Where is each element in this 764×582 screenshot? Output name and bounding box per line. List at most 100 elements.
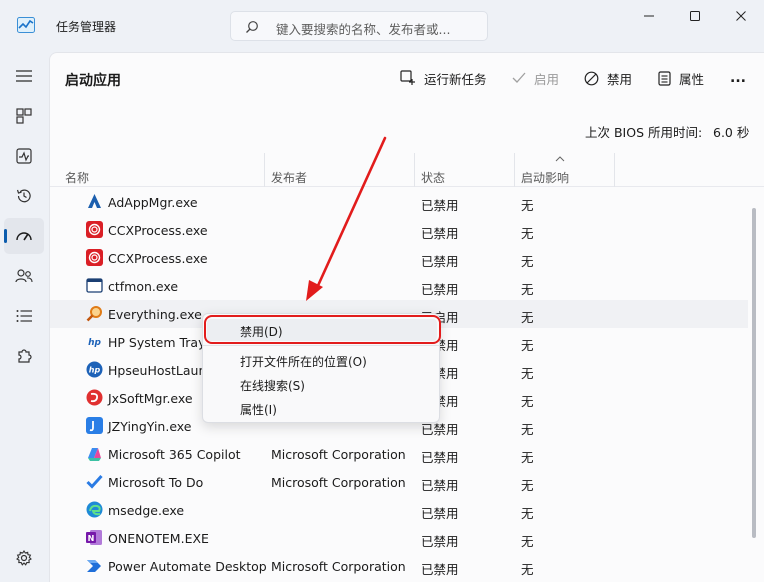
close-button[interactable]: [718, 0, 764, 32]
context-menu-disable[interactable]: 禁用(D): [207, 319, 437, 341]
disable-button[interactable]: 禁用: [584, 68, 632, 88]
app-name: CCXProcess.exe: [108, 251, 208, 266]
app-name: JZYingYin.exe: [108, 419, 192, 434]
left-nav: [0, 52, 48, 582]
app-name: JxSoftMgr.exe: [108, 391, 193, 406]
adobe-icon: [88, 194, 101, 208]
hamburger-icon: [16, 70, 32, 82]
table-row[interactable]: ctfmon.exe 已禁用 无: [50, 272, 748, 300]
app-name: Microsoft 365 Copilot: [108, 447, 241, 462]
app-name: ctfmon.exe: [108, 279, 179, 294]
vertical-scrollbar[interactable]: [752, 208, 756, 538]
todo-check-icon: [86, 474, 103, 489]
nav-processes[interactable]: [4, 98, 44, 134]
edge-icon: [86, 501, 103, 518]
run-new-task-icon: [400, 70, 415, 85]
table-row[interactable]: CCXProcess.exe 已禁用 无: [50, 244, 748, 272]
status: 已禁用: [421, 534, 459, 549]
context-menu-disable-label: 禁用(D): [240, 325, 283, 339]
column-divider[interactable]: [514, 153, 515, 187]
table-row[interactable]: Power Automate Desktop Microsoft Corpora…: [50, 552, 748, 580]
run-new-task-button[interactable]: 运行新任务: [400, 68, 487, 88]
search-icon: [246, 21, 258, 33]
startup-impact: 无: [521, 254, 534, 269]
context-menu-search-online[interactable]: 在线搜索(S): [207, 373, 437, 395]
app-name: msedge.exe: [108, 503, 185, 518]
nav-hamburger-button[interactable]: [4, 58, 44, 94]
table-row[interactable]: Microsoft 365 Copilot Microsoft Corporat…: [50, 440, 748, 468]
column-impact-header[interactable]: 启动影响: [521, 169, 569, 186]
power-automate-icon: [87, 560, 101, 572]
status: 已禁用: [421, 254, 459, 269]
processes-grid-icon: [16, 108, 32, 124]
minimize-button[interactable]: [626, 0, 672, 32]
nav-settings[interactable]: [4, 540, 44, 576]
startup-impact: 无: [521, 478, 534, 493]
run-new-task-label: 运行新任务: [424, 71, 487, 87]
nav-details[interactable]: [4, 298, 44, 334]
maximize-button[interactable]: [672, 0, 718, 32]
app-name: ONENOTEM.EXE: [108, 531, 209, 546]
column-divider[interactable]: [264, 153, 265, 187]
users-icon: [15, 269, 33, 283]
table-row[interactable]: CCXProcess.exe 已禁用 无: [50, 216, 748, 244]
column-publisher-header[interactable]: 发布者: [271, 169, 307, 186]
nav-performance[interactable]: [4, 138, 44, 174]
context-menu-properties[interactable]: 属性(I): [207, 397, 437, 419]
app-name: CCXProcess.exe: [108, 223, 208, 238]
table-row[interactable]: N ONENOTEM.EXE 已禁用 无: [50, 524, 748, 552]
svg-text:hp: hp: [88, 338, 101, 348]
status: 已禁用: [421, 506, 459, 521]
nav-users[interactable]: [4, 258, 44, 294]
nav-app-history[interactable]: [4, 178, 44, 214]
nav-startup-apps[interactable]: [4, 218, 44, 254]
enable-label: 启用: [534, 71, 560, 87]
page-title: 启动应用: [65, 73, 121, 89]
context-menu-open-file-location[interactable]: 打开文件所在的位置(O): [207, 349, 437, 371]
status: 已禁用: [421, 198, 459, 213]
page-header: 启动应用 运行新任务 启用 禁用 属性 ...: [50, 53, 764, 103]
startup-speedometer-icon: [16, 232, 32, 241]
column-status-header[interactable]: 状态: [421, 169, 445, 186]
table-row[interactable]: msedge.exe 已禁用 无: [50, 496, 748, 524]
more-options-button[interactable]: ...: [730, 68, 746, 88]
publisher: Microsoft Corporation: [271, 447, 406, 462]
sort-ascending-icon: [555, 156, 565, 162]
status: 已禁用: [421, 450, 459, 465]
search-placeholder: 键入要搜索的名称、发布者或...: [276, 22, 451, 37]
publisher: Microsoft Corporation: [271, 559, 406, 574]
nav-services[interactable]: [4, 338, 44, 374]
app-window-icon: [86, 278, 103, 293]
startup-impact: 无: [521, 226, 534, 241]
search-box[interactable]: 键入要搜索的名称、发布者或...: [230, 11, 488, 41]
status: 已禁用: [421, 226, 459, 241]
startup-impact: 无: [521, 394, 534, 409]
status: 已禁用: [421, 478, 459, 493]
startup-impact: 无: [521, 310, 534, 325]
properties-button[interactable]: 属性: [658, 68, 704, 88]
hp-icon: hp: [86, 361, 103, 378]
startup-impact: 无: [521, 534, 534, 549]
close-icon: [736, 11, 746, 21]
app-name: HpseuHostLaunc: [108, 363, 214, 378]
startup-impact: 无: [521, 366, 534, 381]
app-name: Everything.exe: [108, 307, 202, 322]
minimize-icon: [644, 15, 654, 17]
services-puzzle-icon: [18, 349, 32, 363]
maximize-icon: [690, 11, 700, 21]
history-clock-icon: [16, 189, 31, 203]
column-name-header[interactable]: 名称: [65, 169, 89, 186]
publisher: Microsoft Corporation: [271, 475, 406, 490]
context-menu: 禁用(D) 打开文件所在的位置(O) 在线搜索(S) 属性(I): [202, 313, 440, 423]
column-divider[interactable]: [614, 153, 615, 187]
table-row[interactable]: Microsoft To Do Microsoft Corporation 已禁…: [50, 468, 748, 496]
column-divider[interactable]: [414, 153, 415, 187]
properties-label: 属性: [679, 71, 705, 87]
startup-impact: 无: [521, 198, 534, 213]
disable-label: 禁用: [607, 71, 633, 87]
status: 已禁用: [421, 282, 459, 297]
enable-button[interactable]: 启用: [512, 68, 559, 88]
jz-player-icon: [86, 417, 103, 434]
title-bar: 任务管理器 键入要搜索的名称、发布者或...: [0, 0, 764, 52]
table-row[interactable]: AdAppMgr.exe 已禁用 无: [50, 188, 748, 216]
